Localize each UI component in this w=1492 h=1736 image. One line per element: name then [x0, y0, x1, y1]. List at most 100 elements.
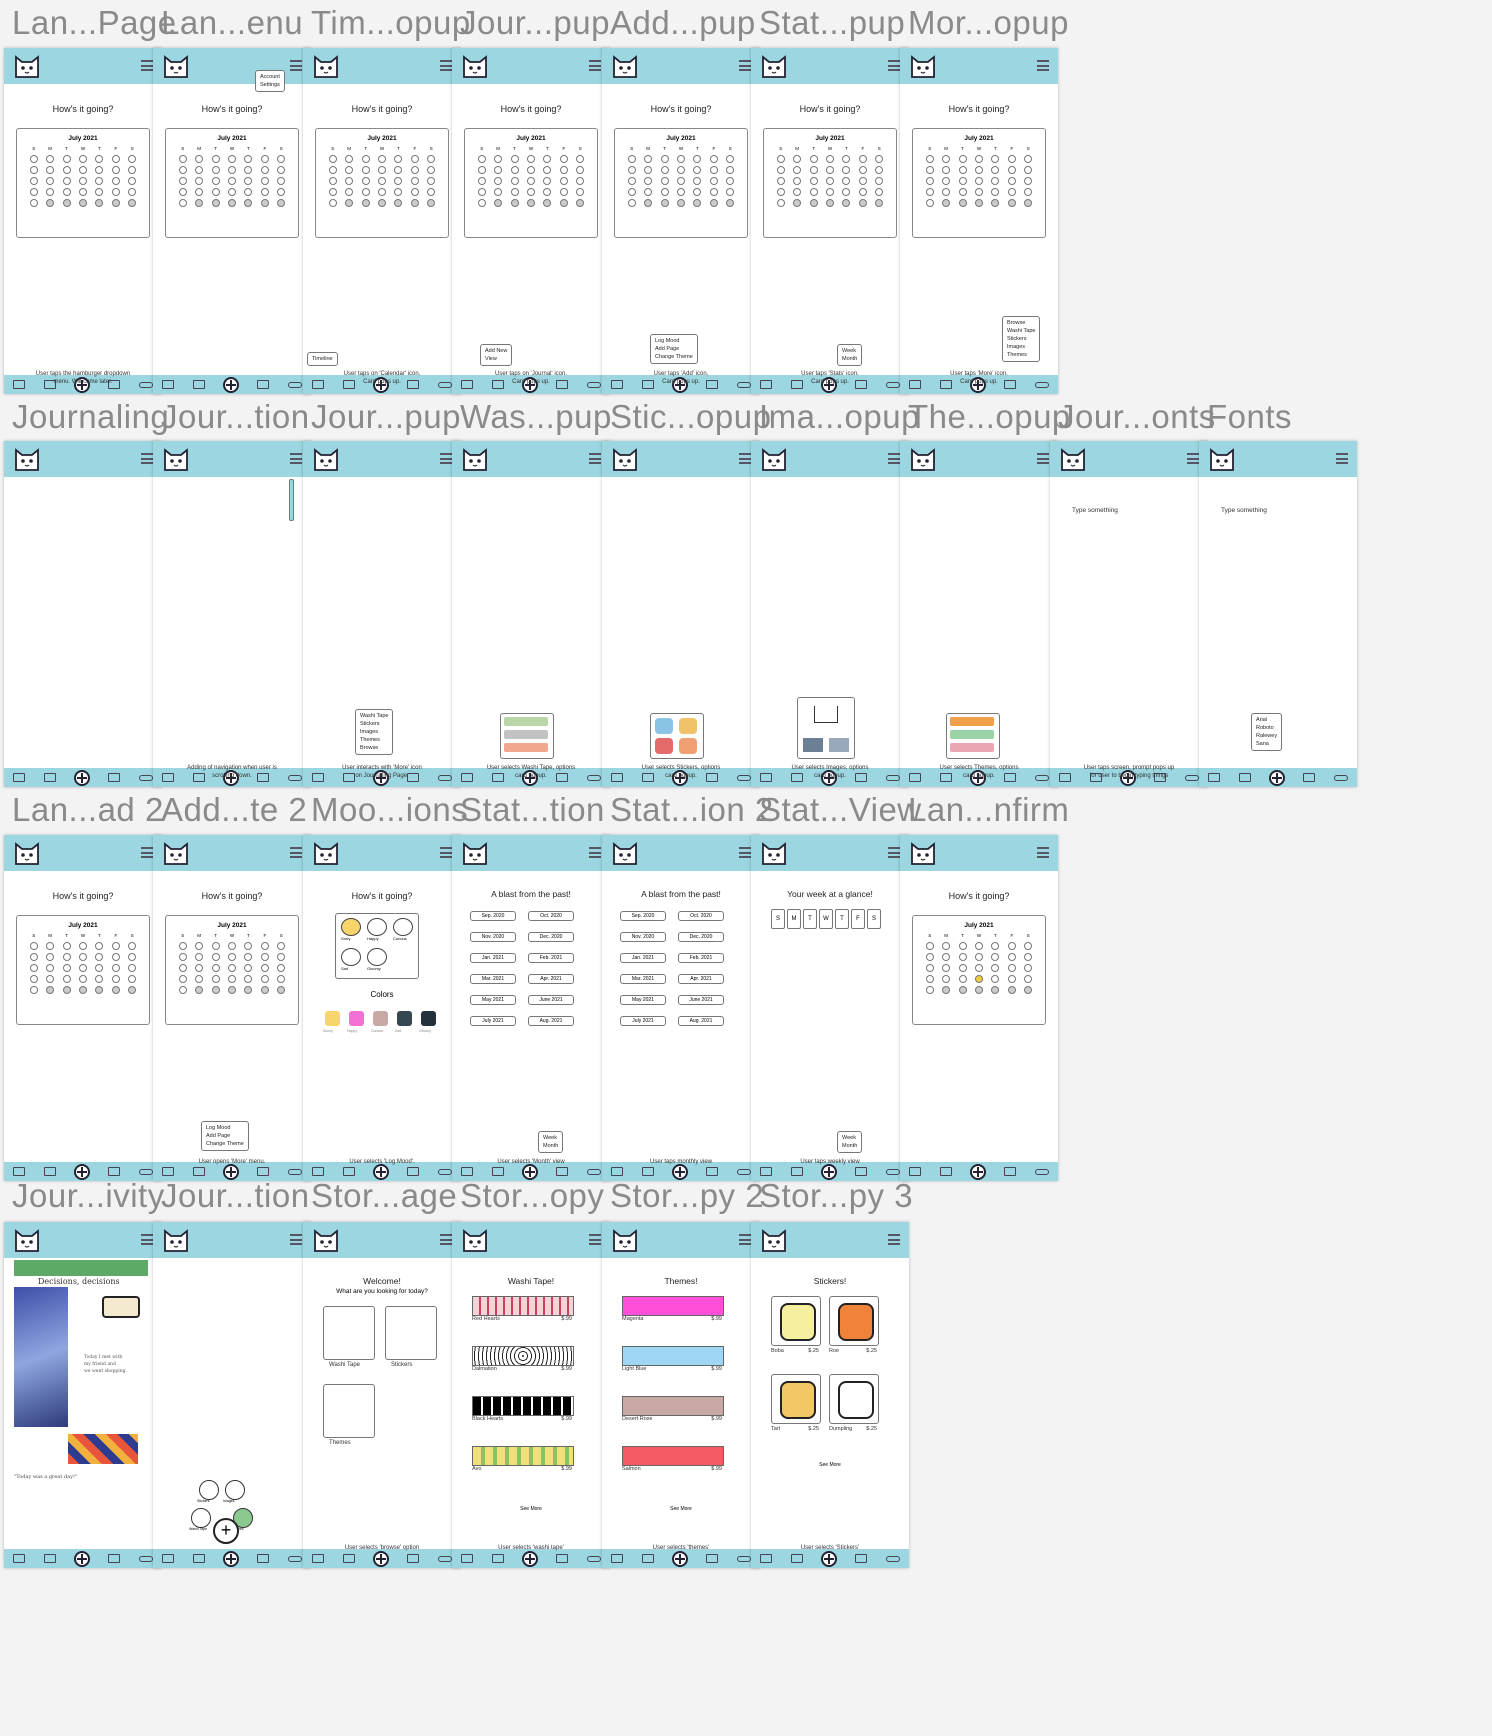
calendar-day[interactable]	[676, 199, 685, 207]
week-day[interactable]: S	[771, 909, 785, 929]
calendar-day[interactable]	[858, 166, 867, 174]
cat-logo-icon[interactable]	[1207, 444, 1237, 472]
calendar-day[interactable]	[111, 166, 120, 174]
calendar-day[interactable]	[410, 199, 419, 207]
hamburger-menu-icon[interactable]	[290, 60, 302, 71]
calendar-day[interactable]	[991, 166, 1000, 174]
calendar-tab-icon[interactable]	[1208, 773, 1221, 782]
calendar-day[interactable]	[776, 188, 785, 196]
radial-add-button[interactable]: +	[213, 1518, 239, 1544]
calendar-day[interactable]	[394, 166, 403, 174]
radial-menu-option[interactable]	[225, 1480, 245, 1500]
calendar-day[interactable]	[211, 166, 220, 174]
calendar-day[interactable]	[128, 166, 137, 174]
calendar-day[interactable]	[345, 188, 354, 196]
calendar-day[interactable]	[95, 177, 104, 185]
month-pill[interactable]: Aug. 2021	[678, 1016, 724, 1026]
calendar-day[interactable]	[29, 986, 38, 994]
stats-tab-icon[interactable]	[556, 1167, 569, 1176]
calendar-day[interactable]	[825, 177, 834, 185]
calendar-day[interactable]	[78, 986, 87, 994]
calendar-day[interactable]	[858, 199, 867, 207]
calendar-day[interactable]	[78, 188, 87, 196]
stats-tab-icon[interactable]	[706, 1167, 719, 1176]
calendar-day[interactable]	[244, 964, 253, 972]
mood-color-swatch[interactable]	[373, 1011, 388, 1026]
stats-tab-icon[interactable]	[257, 1167, 270, 1176]
calendar-day[interactable]	[559, 155, 568, 163]
calendar-day[interactable]	[178, 975, 187, 983]
calendar-day[interactable]	[576, 166, 585, 174]
calendar-day[interactable]	[958, 975, 967, 983]
add-tab-icon[interactable]	[969, 1163, 986, 1180]
calendar-day[interactable]	[510, 188, 519, 196]
calendar-day[interactable]	[925, 975, 934, 983]
calendar-day[interactable]	[793, 188, 802, 196]
calendar-day[interactable]	[925, 166, 934, 174]
calendar-day[interactable]	[477, 177, 486, 185]
month-pill[interactable]: Dec. 2020	[678, 932, 724, 942]
calendar-day[interactable]	[345, 177, 354, 185]
calendar-day[interactable]	[244, 986, 253, 994]
theme-swatch[interactable]	[950, 717, 994, 726]
calendar-day[interactable]	[858, 188, 867, 196]
calendar-day[interactable]	[875, 199, 884, 207]
calendar-day[interactable]	[809, 177, 818, 185]
cat-logo-icon[interactable]	[460, 444, 490, 472]
calendar-day[interactable]	[494, 188, 503, 196]
calendar-day[interactable]	[95, 953, 104, 961]
hamburger-menu-icon[interactable]	[888, 1234, 900, 1245]
calendar-day[interactable]	[660, 166, 669, 174]
popup-menu[interactable]: Add New View	[480, 344, 513, 366]
calendar-day[interactable]	[46, 986, 55, 994]
mood-color-swatch[interactable]	[397, 1011, 412, 1026]
radial-menu-option[interactable]	[199, 1480, 219, 1500]
calendar-day[interactable]	[991, 986, 1000, 994]
calendar-day[interactable]	[543, 177, 552, 185]
mood-face-icon[interactable]	[367, 948, 387, 966]
calendar-day[interactable]	[195, 155, 204, 163]
calendar-day[interactable]	[709, 177, 718, 185]
calendar-day[interactable]	[95, 942, 104, 950]
calendar-day[interactable]	[195, 177, 204, 185]
calendar-day[interactable]	[559, 199, 568, 207]
stats-tab-icon[interactable]	[556, 1554, 569, 1563]
calendar-day[interactable]	[925, 964, 934, 972]
calendar-day[interactable]	[942, 188, 951, 196]
hamburger-menu-icon[interactable]	[1037, 847, 1049, 858]
mood-face-icon[interactable]	[393, 918, 413, 936]
calendar-day[interactable]	[29, 199, 38, 207]
see-more-link[interactable]: See More	[452, 1506, 610, 1512]
calendar-day[interactable]	[1024, 177, 1033, 185]
calendar-day[interactable]	[328, 188, 337, 196]
month-pill[interactable]: June 2021	[528, 995, 574, 1005]
calendar-day[interactable]	[494, 199, 503, 207]
sticker-thumb[interactable]	[679, 718, 697, 734]
calendar-day[interactable]	[709, 199, 718, 207]
calendar-day[interactable]	[277, 986, 286, 994]
calendar-day[interactable]	[277, 942, 286, 950]
theme-swatch[interactable]	[950, 730, 994, 739]
calendar-day[interactable]	[244, 166, 253, 174]
journal-tab-icon[interactable]	[192, 1167, 205, 1176]
calendar-day[interactable]	[974, 953, 983, 961]
sticker-product-card[interactable]	[829, 1296, 879, 1346]
calendar-day[interactable]	[1007, 986, 1016, 994]
calendar-day[interactable]	[958, 953, 967, 961]
themes-options-card[interactable]	[946, 713, 1000, 759]
hamburger-menu-icon[interactable]	[589, 453, 601, 464]
calendar-tab-icon[interactable]	[461, 1167, 474, 1176]
cat-logo-icon[interactable]	[908, 51, 938, 79]
calendar-day[interactable]	[111, 953, 120, 961]
washi-tape-swatch[interactable]	[504, 743, 548, 752]
calendar-day[interactable]	[244, 942, 253, 950]
calendar-day[interactable]	[46, 188, 55, 196]
cat-logo-icon[interactable]	[161, 1225, 191, 1253]
stats-tab-icon[interactable]	[257, 380, 270, 389]
mood-options-card[interactable]: Sorry Happy Curious Sad Gloomy	[335, 913, 419, 979]
calendar-day[interactable]	[543, 166, 552, 174]
calendar-day[interactable]	[991, 199, 1000, 207]
more-tab-icon[interactable]	[287, 381, 302, 388]
stats-tab-icon[interactable]	[108, 773, 121, 782]
stats-tab-icon[interactable]	[1303, 773, 1316, 782]
